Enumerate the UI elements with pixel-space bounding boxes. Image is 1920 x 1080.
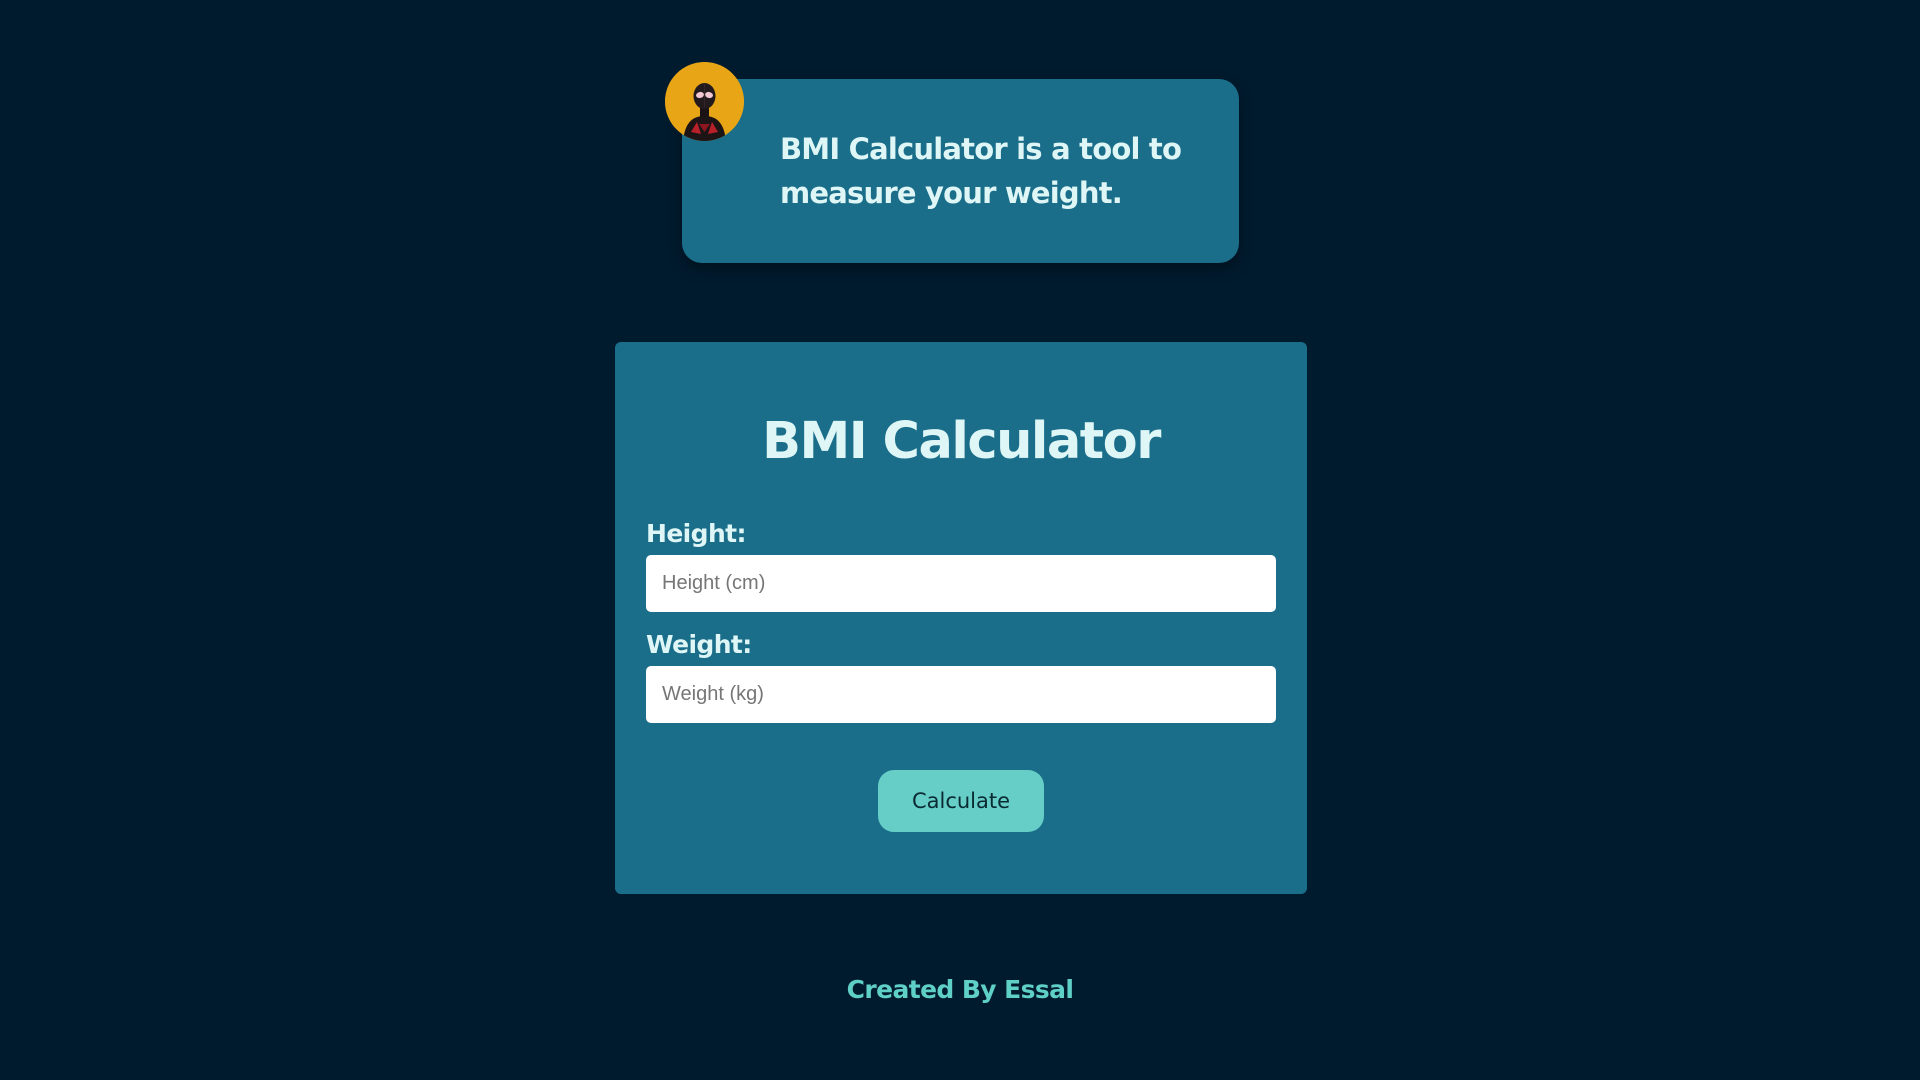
intro-text: BMI Calculator is a tool to measure your…: [780, 132, 1182, 210]
weight-input[interactable]: [646, 666, 1276, 723]
footer-credit: Created By Essal: [846, 975, 1074, 1004]
calculate-button[interactable]: Calculate: [878, 770, 1044, 832]
calculator-title: BMI Calculator: [762, 412, 1161, 471]
spider-hero-avatar-icon: [665, 62, 744, 141]
height-label: Height:: [646, 519, 746, 548]
weight-label: Weight:: [646, 630, 752, 659]
intro-bubble: BMI Calculator is a tool to measure your…: [682, 79, 1239, 263]
bmi-calculator-card: BMI Calculator Height: Weight: Calculate: [615, 342, 1307, 894]
height-input[interactable]: [646, 555, 1276, 612]
avatar: [665, 62, 744, 141]
page: BMI Calculator is a tool to measure your…: [0, 0, 1920, 1080]
